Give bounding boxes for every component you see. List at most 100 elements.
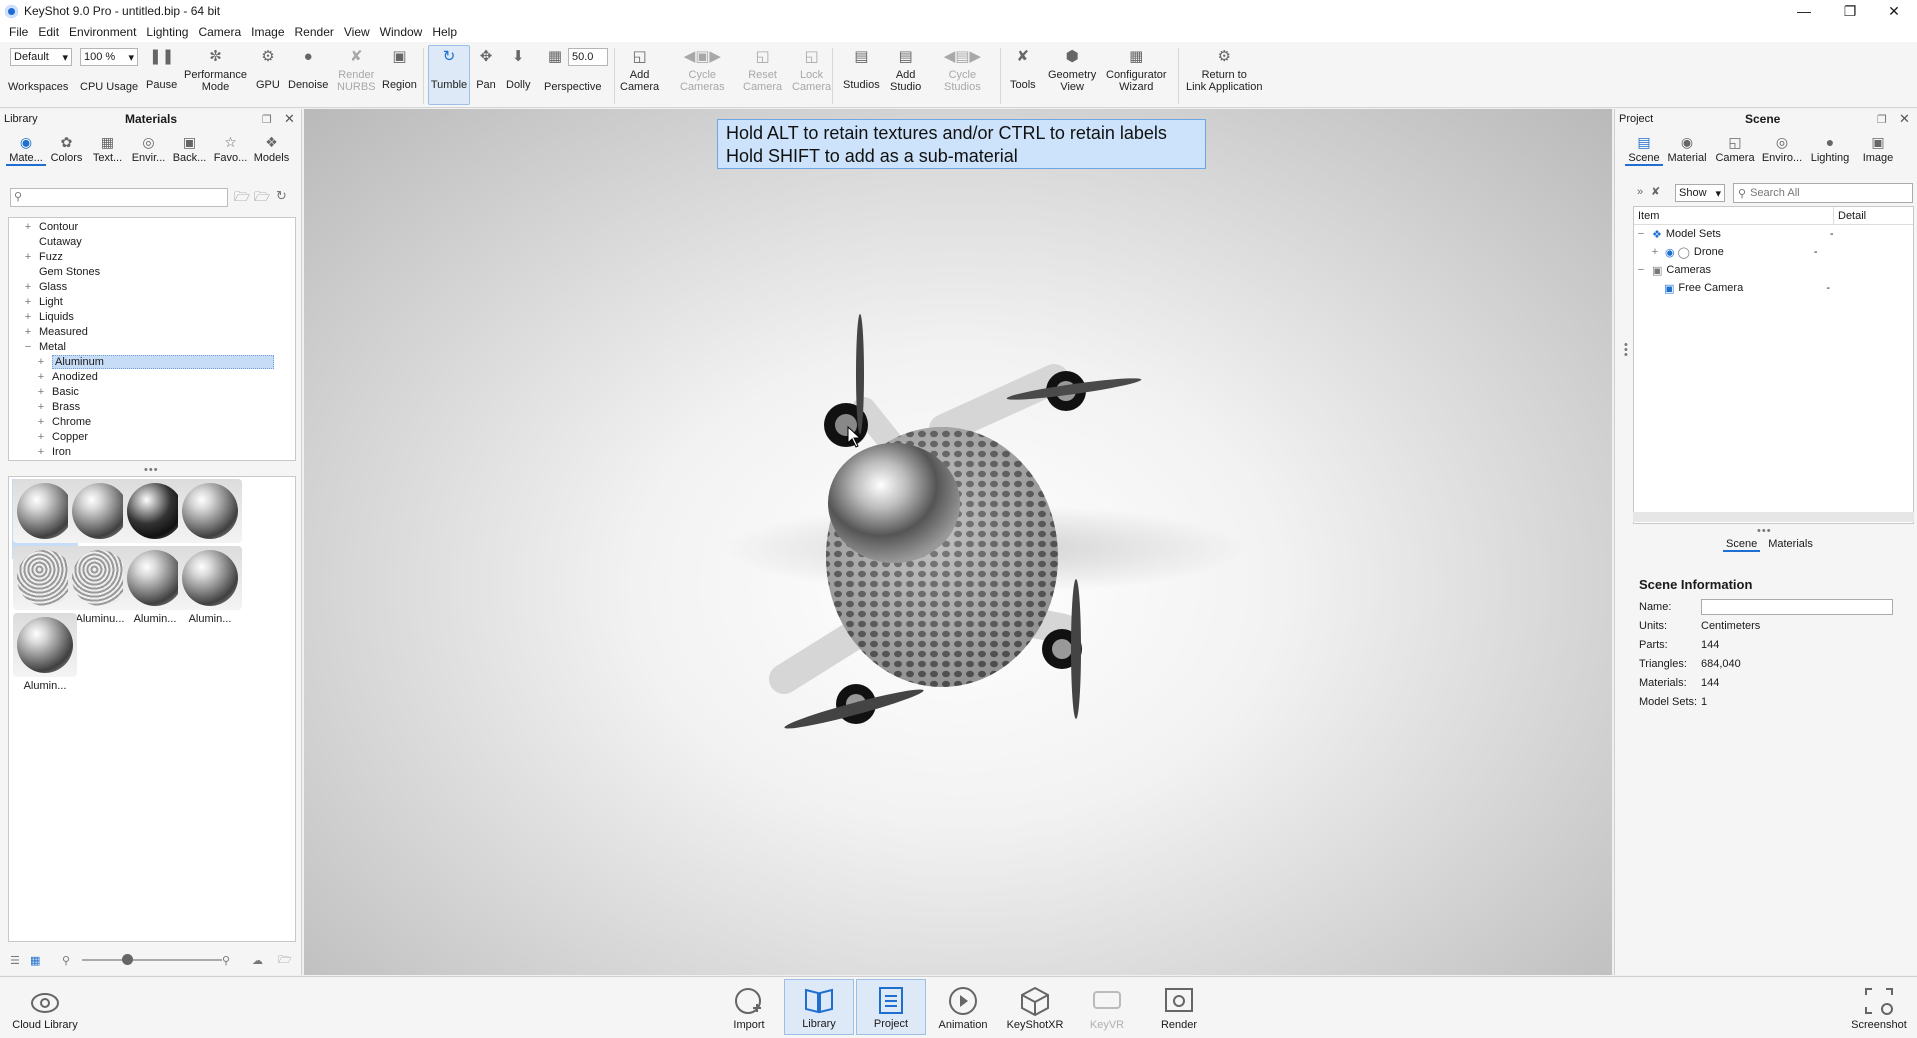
workspace-select[interactable]: Default ▾	[10, 48, 72, 66]
folder-remove-icon[interactable]: 🗁	[254, 188, 270, 210]
library-button[interactable]: Library	[784, 979, 854, 1035]
tree-item[interactable]: + Measured	[9, 324, 295, 339]
menu-lighting[interactable]: Lighting	[141, 25, 193, 39]
tab-scene[interactable]: ▤ Scene	[1625, 133, 1663, 166]
thumbnail-size-slider[interactable]	[82, 959, 222, 961]
project-button[interactable]: Project	[856, 979, 926, 1035]
tree-row-drone[interactable]: + ◉ ◯ Drone -	[1634, 243, 1913, 261]
import-button[interactable]: Import	[728, 979, 770, 1035]
menu-render[interactable]: Render	[290, 25, 339, 39]
expand-icon[interactable]: +	[23, 221, 33, 233]
tab-colors[interactable]: ✿ Colors	[46, 133, 87, 166]
screenshot-button[interactable]: Screenshot	[1846, 979, 1912, 1035]
tree-item[interactable]: + Iron	[9, 444, 295, 459]
menu-edit[interactable]: Edit	[33, 25, 64, 39]
menu-file[interactable]: File	[4, 25, 33, 39]
tree-item[interactable]: + Contour	[9, 219, 295, 234]
tools-button[interactable]: ✘ Tools	[1010, 46, 1036, 91]
close-icon[interactable]: ✕	[284, 111, 295, 127]
material-thumbnail[interactable]: Alumin...	[12, 613, 78, 693]
collapse-icon[interactable]: −	[1634, 264, 1648, 276]
render-nurbs-button[interactable]: ✘ Render NURBS	[337, 46, 376, 93]
expand-icon[interactable]: −	[23, 341, 33, 353]
tree-item[interactable]: + Copper	[9, 429, 295, 444]
render-viewport[interactable]: Hold ALT to retain textures and/or CTRL …	[304, 109, 1612, 975]
slider-handle[interactable]	[122, 954, 133, 965]
expand-icon[interactable]: +	[23, 311, 33, 323]
tab-lighting[interactable]: ● Lighting	[1805, 133, 1855, 166]
perspective-button[interactable]: Perspective	[544, 78, 601, 93]
keyshotxr-button[interactable]: KeyShotXR	[1004, 979, 1066, 1035]
expand-icon[interactable]: +	[36, 386, 46, 398]
expand-icon[interactable]: +	[1648, 246, 1662, 258]
tree-item[interactable]: + Anodized	[9, 369, 295, 384]
material-thumbnail[interactable]: Alumin...	[177, 546, 243, 626]
tree-item[interactable]: + Light	[9, 294, 295, 309]
tree-item[interactable]: + Basic	[9, 384, 295, 399]
expand-icon[interactable]: +	[36, 356, 46, 368]
scene-tools-icon[interactable]: ✘	[1651, 185, 1660, 198]
folder-icon[interactable]: 🗁	[234, 188, 250, 210]
render-button[interactable]: Render	[1156, 979, 1202, 1035]
menu-help[interactable]: Help	[427, 25, 462, 39]
expand-icon[interactable]: +	[36, 401, 46, 413]
cpu-usage-select[interactable]: 100 % ▾	[80, 48, 138, 66]
tree-item[interactable]: + Glass	[9, 279, 295, 294]
side-splitter-icon[interactable]: • • •	[1624, 340, 1628, 361]
tab-favorites[interactable]: ☆ Favo...	[210, 133, 251, 166]
library-search-input[interactable]: ⚲	[10, 188, 228, 207]
expand-icon[interactable]: +	[36, 431, 46, 443]
column-item[interactable]: Item	[1634, 207, 1834, 224]
tree-item[interactable]: Gem Stones	[9, 264, 295, 279]
scene-search-input[interactable]: ⚲ Search All	[1733, 183, 1913, 203]
keyvr-button[interactable]: KeyVR	[1086, 979, 1128, 1035]
tree-item[interactable]: + Aluminum	[9, 354, 295, 369]
tab-materials[interactable]: ◉ Mate...	[6, 133, 46, 166]
show-dropdown[interactable]: Show ▾	[1675, 184, 1725, 202]
expand-icon[interactable]: +	[36, 416, 46, 428]
cloud-upload-icon[interactable]: ☁	[252, 954, 263, 967]
pause-button[interactable]: ❚❚ Pause	[146, 46, 177, 91]
dolly-button[interactable]: ⬇ Dolly	[506, 46, 530, 91]
denoise-button[interactable]: ● Denoise	[288, 46, 328, 92]
expand-icon[interactable]: +	[36, 371, 46, 383]
tree-item[interactable]: + Liquids	[9, 309, 295, 324]
tab-environments[interactable]: ◎ Envir...	[128, 133, 169, 166]
tree-row-free-camera[interactable]: ▣ Free Camera -	[1634, 279, 1913, 297]
tab-models[interactable]: ❖ Models	[251, 133, 292, 166]
expand-icon[interactable]: +	[23, 281, 33, 293]
horizontal-scrollbar[interactable]	[1633, 512, 1914, 522]
tab-material[interactable]: ◉ Material	[1663, 133, 1711, 166]
cycle-studios-button[interactable]: ◀▤▶ Cycle Studios	[944, 46, 981, 93]
tumble-button[interactable]: ↻ Tumble	[428, 45, 470, 105]
subtab-scene[interactable]: Scene	[1723, 538, 1761, 552]
undock-icon[interactable]: ❐	[1877, 113, 1887, 126]
subtab-materials[interactable]: Materials	[1768, 538, 1813, 552]
add-camera-button[interactable]: ◱ Add Camera	[620, 46, 659, 93]
workspaces-button[interactable]: Workspaces	[8, 78, 68, 93]
animation-button[interactable]: Animation	[936, 979, 990, 1035]
gpu-button[interactable]: ⚙ GPU	[256, 46, 280, 91]
tree-item[interactable]: − Metal	[9, 339, 295, 354]
tree-item[interactable]: + Chrome	[9, 414, 295, 429]
zoom-out-icon[interactable]: ⚲	[62, 954, 70, 967]
add-studio-button[interactable]: ▤ Add Studio	[890, 46, 921, 93]
performance-mode-button[interactable]: ✼ Performance Mode	[184, 46, 247, 93]
lock-camera-button[interactable]: ◱ Lock Camera	[792, 46, 831, 93]
column-detail[interactable]: Detail	[1834, 207, 1870, 224]
expand-icon[interactable]: +	[36, 446, 46, 458]
restore-button[interactable]: ❐	[1827, 0, 1873, 22]
expand-all-icon[interactable]: »	[1637, 186, 1643, 198]
tree-item[interactable]: + Brass	[9, 399, 295, 414]
studios-button[interactable]: ▤ Studios	[843, 46, 880, 91]
splitter-handle-icon[interactable]: •••	[144, 464, 159, 476]
configurator-wizard-button[interactable]: ▦ Configurator Wizard	[1106, 46, 1167, 93]
pan-button[interactable]: ✥ Pan	[476, 46, 496, 91]
close-window-button[interactable]: ✕	[1871, 0, 1917, 22]
tab-environment[interactable]: ◎ Enviro...	[1759, 133, 1805, 166]
fov-input[interactable]: 50.0	[568, 48, 608, 66]
cloud-library-button[interactable]: Cloud Library	[10, 979, 80, 1035]
minimize-button[interactable]: —	[1781, 0, 1827, 22]
menu-view[interactable]: View	[339, 25, 375, 39]
geometry-view-button[interactable]: ⬢ Geometry View	[1048, 46, 1096, 93]
